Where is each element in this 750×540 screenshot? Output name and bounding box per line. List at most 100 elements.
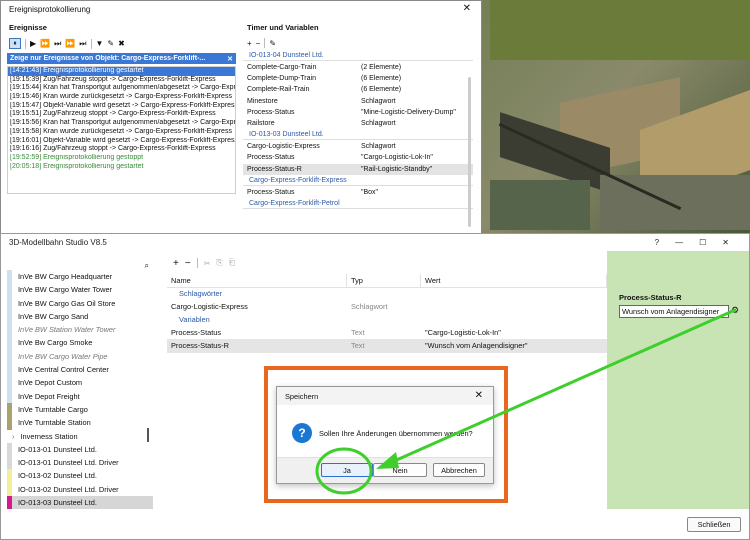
col-name[interactable]: Name [167,274,347,287]
toolbar-button-icon[interactable]: ✎ [107,39,114,48]
list-item[interactable]: InVe Turntable Station [7,416,153,430]
list-item[interactable]: IO-013-02 Dunsteel Ltd. [7,469,153,483]
variable-value: (6 Elemente) [361,86,402,94]
color-marker [7,416,12,430]
variable-row[interactable]: Complete-Cargo-Train (2 Elemente) [243,62,473,73]
list-item[interactable]: IO-013-01 Dunsteel Ltd. Driver [7,456,153,470]
remove-icon[interactable]: − [185,258,191,269]
col-value[interactable]: Wert [421,274,607,287]
list-item[interactable]: InVe BW Station Water Tower [7,323,153,337]
property-value-input[interactable]: Wunsch vom Anlagendisigner [619,305,729,318]
variable-name: Process-Status [247,154,295,162]
variable-row[interactable]: Railstore Schlagwort [243,118,473,129]
vertical-scrollbar[interactable] [468,77,471,227]
paste-icon[interactable]: ⎗ [229,258,235,268]
editor-toolbar: + − ✂ ⎘ ⎗ [167,256,607,270]
filter-text: Zeige nur Ereignisse von Objekt: Cargo-E… [10,55,206,62]
event-list-item[interactable]: [20:05:18] Ereignisprotokollierung gesta… [8,163,235,172]
variable-row[interactable]: Process-Status "Box" [243,187,473,198]
cancel-button[interactable]: Abbrechen [433,463,485,477]
event-list-item[interactable]: [19:15:39] Zug/Fahrzeug stoppt -> Cargo-… [8,76,235,85]
event-list-item[interactable]: [19:15:58] Kran wurde zurückgesetzt -> C… [8,128,235,137]
col-type[interactable]: Typ [347,274,421,287]
variable-row[interactable]: Process-Status "Cargo-Logistic-Lok-In" [243,152,473,163]
event-list-item[interactable]: [19:52:59] Ereignisprotokollierung gesto… [8,154,235,163]
cell-type: Text [351,341,365,350]
toolbar-button-icon[interactable]: ▶ [30,39,36,48]
list-item[interactable]: InVe BW Cargo Water Pipe [7,349,153,364]
toolbar-button-icon[interactable]: ⏩ [65,39,75,48]
variable-groups: IO-013-04 Dunsteel Ltd. Complete-Cargo-Tr… [243,50,473,209]
maximize-icon[interactable]: ☐ [699,238,706,247]
table-row[interactable]: Process-Status-R Text "Wunsch vom Anlagend… [167,339,607,353]
vars-toolbar-button[interactable]: ✎ [269,39,276,48]
clear-filter-icon[interactable]: ✕ [227,55,233,63]
property-panel: Process-Status-R Wunsch vom Anlagendisig… [607,251,749,509]
vars-toolbar-button[interactable]: + [247,39,252,48]
event-list[interactable]: [14:21:43] Ereignisprotokollierung gesta… [7,66,236,194]
close-icon[interactable]: ✕ [461,4,473,14]
list-item[interactable]: InVe BW Cargo Water Tower [7,283,153,297]
list-item[interactable]: IO-013-03 Dunsteel Ltd. [7,496,153,510]
event-list-item[interactable]: [14:21:43] Ereignisprotokollierung gesta… [8,67,235,76]
minimize-icon[interactable]: — [675,238,683,247]
search-icon[interactable]: ⌕ [145,261,149,270]
variable-value: Schlagwort [361,97,396,105]
toolbar-button-icon[interactable]: ⏩ [40,39,50,48]
color-marker [7,309,12,324]
chevron-right-icon[interactable]: › [12,430,14,443]
list-item[interactable]: InVe Depot Freight [7,389,153,403]
variable-row[interactable]: Minestore Schlagwort [243,96,473,107]
variable-row[interactable]: Cargo-Logistic-Express Schlagwort [243,141,473,152]
color-marker [7,496,12,510]
yes-button[interactable]: Ja [321,463,373,477]
list-item[interactable]: IO-013-01 Dunsteel Ltd. [7,442,153,457]
list-item[interactable]: InVe Turntable Cargo [7,402,153,417]
toolbar-button-icon[interactable]: ⏭ [79,39,86,49]
toolbar-button-icon[interactable]: ▼ [96,39,104,48]
dialog-close-icon[interactable]: ✕ [473,391,485,401]
table-row[interactable]: Process-Status Text "Cargo-Logistic-Lok-In… [167,326,607,340]
variable-group-header[interactable]: Cargo-Express-Forklift-Express [243,175,473,186]
gear-icon[interactable]: ⚙ [731,305,739,316]
property-title: Process-Status-R [619,293,682,302]
list-item-label: InVe Bw Cargo Smoke [18,338,93,348]
list-item[interactable]: IO-013-02 Dunsteel Ltd. Driver [7,482,153,497]
list-item[interactable]: › Inverness Station [7,429,153,443]
list-item[interactable]: InVe Bw Cargo Smoke [7,336,153,350]
toolbar-button-icon[interactable]: ⏸ [9,38,21,49]
list-scrollbar[interactable] [147,428,149,442]
list-item[interactable]: InVe Central Control Center [7,363,153,377]
variable-row[interactable]: Complete-Dump-Train (6 Elemente) [243,73,473,84]
list-item-label: InVe BW Cargo Water Tower [18,285,113,295]
variable-row[interactable]: Process-Status-R "Rail-Logistic-Standby" [243,163,473,175]
list-item[interactable]: InVe BW Cargo Sand [7,309,153,324]
variable-group-header[interactable]: IO-013-04 Dunsteel Ltd. [243,50,473,61]
event-list-item[interactable]: [19:15:44] Kran hat Transportgut aufgeno… [8,84,235,93]
event-list-item[interactable]: [19:15:46] Kran wurde zurückgesetzt -> C… [8,93,235,102]
list-item[interactable]: InVe BW Cargo Gas Oil Store [7,296,153,310]
close-icon[interactable]: ✕ [722,238,729,247]
list-item[interactable]: InVe Depot Custom [7,376,153,390]
variable-group-header[interactable]: IO-013-03 Dunsteel Ltd. [243,129,473,141]
no-button[interactable]: Nein [373,463,427,477]
variable-group-header[interactable]: Cargo-Express-Forklift-Petrol [243,198,473,209]
toolbar-button-icon[interactable]: ✖ [118,39,125,48]
cut-icon[interactable]: ✂ [204,259,211,268]
add-icon[interactable]: + [173,258,179,269]
event-list-item[interactable]: [19:16:16] Zug/Fahrzeug stoppt -> Cargo-… [8,145,235,154]
event-list-item[interactable]: [19:15:47] Objekt-Variable wird gesetzt … [8,102,235,111]
toolbar-button-icon[interactable]: ⏭ [54,39,61,49]
event-list-item[interactable]: [19:15:51] Zug/Fahrzeug stoppt -> Cargo-… [8,110,235,119]
help-icon[interactable]: ? [655,238,659,247]
event-list-item[interactable]: [19:16:01] Objekt-Variable wird gesetzt … [8,137,235,146]
variable-row[interactable]: Complete-Rail-Train (6 Elemente) [243,84,473,95]
cell-type: Text [351,327,365,337]
list-item[interactable]: InVe BW Cargo Headquarter [7,270,153,284]
vars-toolbar-button[interactable]: − [256,39,261,48]
event-list-item[interactable]: [19:15:56] Kran hat Transportgut aufgeno… [8,119,235,128]
copy-icon[interactable]: ⎘ [216,258,222,268]
table-row[interactable]: Cargo-Logistic-Express Schlagwort [167,300,607,314]
variable-row[interactable]: Process-Status "Mine-Logistic-Delivery-Du… [243,107,473,118]
close-button[interactable]: Schließen [687,517,741,532]
